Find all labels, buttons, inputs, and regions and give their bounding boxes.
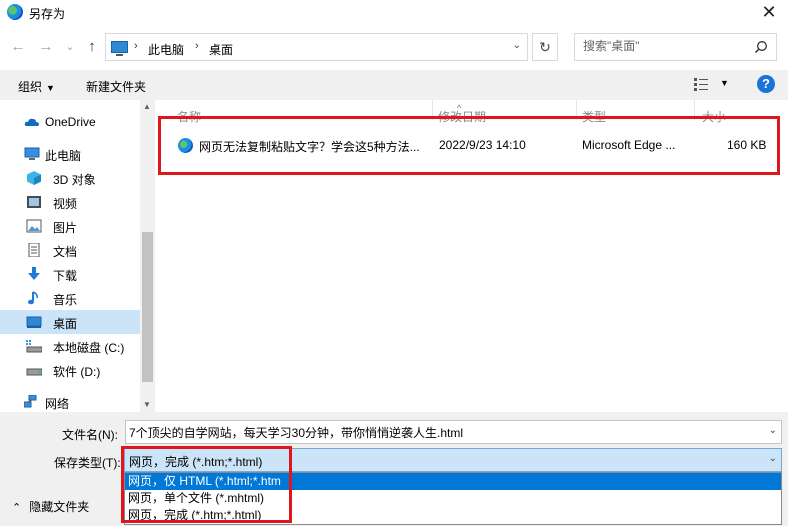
computer-icon [24, 147, 40, 160]
sidebar-item-downloads[interactable]: 下载 [0, 262, 140, 286]
sidebar-item-3d-objects[interactable]: 3D 对象 [0, 166, 140, 190]
refresh-button[interactable]: ↻ [532, 33, 558, 61]
sidebar-item-local-disk-c[interactable]: 本地磁盘 (C:) [0, 334, 140, 358]
sidebar-item-drive-d[interactable]: 软件 (D:) [0, 358, 140, 382]
filetype-selected-value: 网页，完成 (*.htm;*.html) [129, 455, 263, 469]
file-type: Microsoft Edge ... [582, 138, 676, 152]
search-box[interactable] [574, 33, 777, 61]
navigation-bar: ← → ⌄ ↑ › 此电脑 › 桌面 ⌄ ↻ [0, 32, 788, 62]
file-name: 网页无法复制粘贴文字？学会这5种方法... [199, 140, 420, 154]
breadcrumb-separator[interactable]: › [134, 40, 138, 52]
filename-dropdown-icon[interactable]: ⌄ [769, 425, 777, 436]
sidebar-item-label: 桌面 [53, 317, 78, 331]
filename-label: 文件名(N): [62, 428, 118, 442]
scrollbar-thumb[interactable] [142, 232, 153, 382]
save-form: 文件名(N): ⌄ 保存类型(T): 网页，完成 (*.htm;*.html) … [0, 412, 788, 526]
sidebar-item-this-pc[interactable]: 此电脑 [0, 142, 140, 166]
scroll-down-arrow-icon[interactable]: ▼ [143, 400, 151, 409]
pictures-folder-icon [26, 219, 42, 233]
3d-objects-icon [27, 171, 41, 185]
column-divider[interactable] [694, 100, 695, 120]
search-icon[interactable] [754, 40, 768, 54]
sidebar-item-onedrive[interactable]: OneDrive [0, 110, 140, 134]
onedrive-icon [24, 118, 39, 126]
sidebar-item-label: 此电脑 [45, 149, 82, 163]
hide-folders-button[interactable]: ⌃ 隐藏文件夹 [12, 498, 89, 515]
computer-icon [111, 41, 128, 56]
sidebar-item-network[interactable]: 网络 [0, 390, 140, 412]
column-header-name[interactable]: 名称 [177, 108, 201, 125]
hide-folders-label: 隐藏文件夹 [29, 500, 90, 514]
filetype-dropdown-icon[interactable]: ⌄ [769, 453, 777, 464]
sidebar-item-label: 软件 (D:) [53, 365, 101, 379]
sidebar-item-label: 3D 对象 [53, 173, 96, 187]
sidebar-item-label: 下载 [53, 269, 78, 283]
sidebar-item-documents[interactable]: 文档 [0, 238, 140, 262]
filename-field[interactable]: ⌄ [125, 420, 782, 444]
close-button[interactable]: ✕ [759, 1, 779, 23]
new-folder-button[interactable]: 新建文件夹 [86, 78, 146, 95]
sidebar-item-pictures[interactable]: 图片 [0, 214, 140, 238]
sidebar-item-music[interactable]: 音乐 [0, 286, 140, 310]
search-input[interactable] [583, 39, 748, 53]
address-dropdown-icon[interactable]: ⌄ [513, 40, 521, 51]
edge-file-icon [178, 138, 193, 153]
view-options-icon[interactable] [694, 78, 708, 91]
network-icon [24, 395, 37, 408]
scroll-up-arrow-icon[interactable]: ▲ [143, 102, 151, 111]
column-divider[interactable] [432, 100, 433, 120]
forward-button[interactable]: → [36, 36, 56, 58]
sidebar-item-label: 本地磁盘 (C:) [53, 341, 125, 355]
chevron-up-icon: ⌃ [12, 502, 22, 514]
column-header-type[interactable]: 类型 [582, 108, 606, 125]
breadcrumb-this-pc[interactable]: 此电脑 [148, 41, 184, 58]
navigation-pane: OneDrive 此电脑 3D 对象 视频 图片 文档 下载 音乐 桌面 本地磁… [0, 100, 155, 412]
sidebar-item-label: OneDrive [45, 115, 96, 129]
desktop-folder-icon [26, 316, 42, 328]
file-list-header: 名称 ^ 修改日期 类型 大小 [160, 100, 780, 124]
file-size: 160 KB [727, 138, 767, 152]
sidebar-item-label: 文档 [53, 245, 78, 259]
sidebar-item-desktop[interactable]: 桌面 [0, 310, 140, 334]
sidebar-item-label: 音乐 [53, 293, 78, 307]
organize-caret-icon: ▼ [46, 83, 55, 93]
drive-icon [26, 368, 42, 376]
downloads-folder-icon [28, 267, 40, 280]
breadcrumb-desktop[interactable]: 桌面 [209, 41, 233, 58]
filetype-option[interactable]: 网页，仅 HTML (*.html;*.htm [125, 473, 781, 490]
sidebar-item-label: 图片 [53, 221, 78, 235]
filetype-option[interactable]: 网页，单个文件 (*.mhtml) [125, 490, 781, 507]
local-disk-icon [26, 340, 42, 353]
file-modified-date: 2022/9/23 14:10 [439, 138, 526, 152]
organize-menu[interactable]: 组织 ▼ [18, 78, 55, 95]
column-header-size[interactable]: 大小 [702, 108, 726, 125]
sidebar-item-label: 视频 [53, 197, 78, 211]
organize-label: 组织 [18, 80, 43, 94]
music-folder-icon [28, 291, 38, 305]
filetype-option[interactable]: 网页，完成 (*.htm;*.html) [125, 507, 781, 524]
recent-locations-button[interactable]: ⌄ [60, 36, 80, 58]
address-bar[interactable]: › 此电脑 › 桌面 ⌄ [105, 33, 528, 61]
column-divider[interactable] [576, 100, 577, 120]
filename-input[interactable] [129, 425, 759, 439]
file-row[interactable]: 网页无法复制粘贴文字？学会这5种方法... 2022/9/23 14:10 Mi… [163, 130, 776, 160]
back-button[interactable]: ← [8, 36, 28, 58]
filetype-options-list: 网页，仅 HTML (*.html;*.htm 网页，单个文件 (*.mhtml… [124, 472, 782, 525]
title-bar: 另存为 ✕ [0, 0, 788, 26]
video-folder-icon [27, 196, 41, 208]
sidebar-item-videos[interactable]: 视频 [0, 190, 140, 214]
edge-app-icon [7, 4, 23, 20]
up-button[interactable]: ↑ [82, 36, 102, 58]
breadcrumb-separator[interactable]: › [195, 40, 199, 52]
view-options-caret-icon[interactable]: ▼ [720, 78, 729, 88]
column-header-modified[interactable]: 修改日期 [438, 108, 486, 125]
navigation-pane-scrollbar[interactable]: ▲ ▼ [140, 100, 155, 412]
window-title: 另存为 [29, 7, 66, 21]
help-button[interactable]: ? [757, 75, 775, 93]
filetype-select[interactable]: 网页，完成 (*.htm;*.html) ⌄ [124, 448, 782, 472]
filetype-label: 保存类型(T): [54, 456, 121, 470]
documents-folder-icon [28, 243, 40, 257]
command-toolbar: 组织 ▼ 新建文件夹 ▼ ? [0, 70, 788, 100]
sidebar-item-label: 网络 [45, 397, 70, 411]
